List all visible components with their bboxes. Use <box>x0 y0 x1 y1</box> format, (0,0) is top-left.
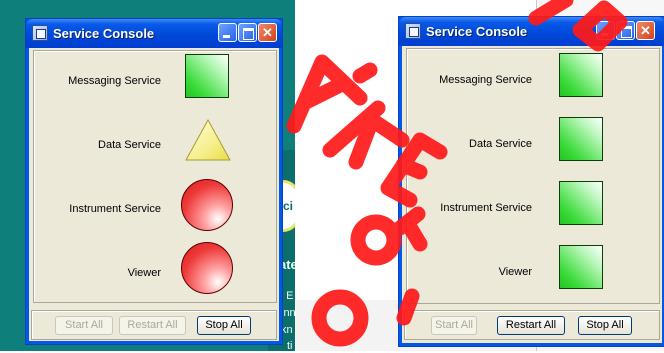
status-indicator-data <box>559 117 603 161</box>
status-indicator-messaging <box>185 54 229 98</box>
restart-all-button[interactable]: Restart All <box>119 316 186 335</box>
maximize-button[interactable] <box>616 21 635 40</box>
minimize-icon <box>219 24 236 41</box>
status-indicator-instrument <box>181 179 233 231</box>
maximize-icon <box>239 24 256 41</box>
restart-all-button[interactable]: Restart All <box>497 316 565 335</box>
status-indicator-viewer <box>181 242 233 294</box>
start-all-button[interactable]: Start All <box>55 316 113 335</box>
service-label-instrument: Instrument Service <box>440 202 532 214</box>
maximize-button[interactable] <box>238 23 257 42</box>
window-title: Service Console <box>426 24 528 39</box>
window-content: Messaging Service Data Service Instrumen… <box>404 46 660 341</box>
service-label-data: Data Service <box>98 139 161 151</box>
background-text-fragment: inn <box>281 307 296 319</box>
maximize-icon <box>617 22 634 39</box>
app-icon[interactable] <box>32 25 48 41</box>
window-title: Service Console <box>53 26 155 41</box>
service-label-data: Data Service <box>469 138 532 150</box>
button-bar: Start All Restart All Stop All <box>404 310 660 340</box>
service-label-instrument: Instrument Service <box>69 203 161 215</box>
service-label-messaging: Messaging Service <box>439 74 532 86</box>
service-label-viewer: Viewer <box>127 267 161 279</box>
minimize-button[interactable] <box>218 23 237 42</box>
close-icon: ✕ <box>640 23 651 38</box>
status-indicator-messaging <box>559 53 603 97</box>
close-button[interactable]: ✕ <box>636 21 655 40</box>
status-indicator-instrument <box>559 181 603 225</box>
service-console-window-right: Service Console ✕ Messaging Service Data… <box>398 16 664 347</box>
close-icon: ✕ <box>262 25 273 40</box>
service-console-window-left: Service Console ✕ Messaging Service Data… <box>25 18 283 345</box>
close-button[interactable]: ✕ <box>258 23 277 42</box>
app-icon[interactable] <box>405 23 421 39</box>
service-label-messaging: Messaging Service <box>68 75 161 87</box>
start-all-button[interactable]: Start All <box>431 316 477 335</box>
button-bar: Start All Restart All Stop All <box>31 310 277 340</box>
status-indicator-viewer <box>559 245 603 289</box>
stop-all-button[interactable]: Stop All <box>578 316 632 335</box>
services-panel <box>33 50 277 303</box>
window-content: Messaging Service Data Service Instrumen… <box>31 48 277 340</box>
background-text-fragment: ti <box>287 340 293 352</box>
warning-triangle-icon <box>185 118 231 161</box>
minimize-button[interactable] <box>596 21 615 40</box>
stop-all-button[interactable]: Stop All <box>197 316 251 335</box>
service-label-viewer: Viewer <box>498 266 532 278</box>
status-indicator-data <box>184 118 232 162</box>
minimize-icon <box>597 22 614 39</box>
title-bar[interactable]: Service Console ✕ <box>26 19 282 48</box>
title-bar[interactable]: Service Console ✕ <box>399 17 664 46</box>
